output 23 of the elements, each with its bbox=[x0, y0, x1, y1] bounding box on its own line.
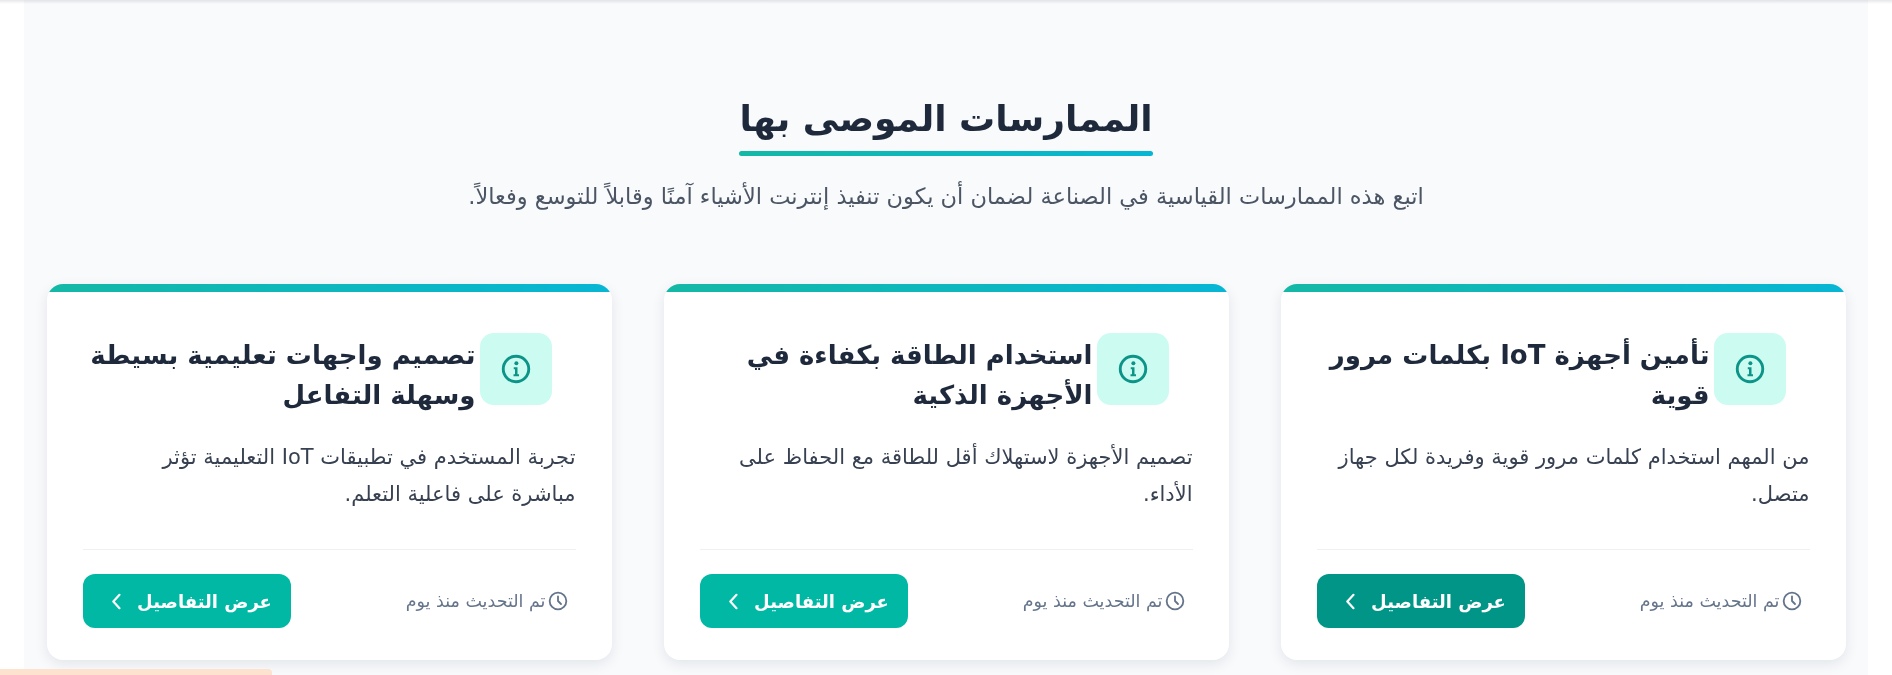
updated-time: تم التحديث منذ يوم bbox=[1639, 589, 1780, 614]
info-icon bbox=[1096, 333, 1169, 405]
card-title: تصميم واجهات تعليمية بسيطة وسهلة التفاعل bbox=[89, 339, 476, 413]
info-icon bbox=[479, 333, 552, 405]
clock-icon bbox=[1781, 591, 1802, 611]
clock-icon bbox=[1164, 591, 1185, 611]
chevron-left-icon bbox=[728, 592, 740, 610]
details-button[interactable]: عرض التفاصيل bbox=[82, 574, 291, 628]
section-title: الممارسات الموصى بها bbox=[739, 97, 1153, 142]
card-description: من المهم استخدام كلمات مرور قوية وفريدة لكل جهاز متصل. bbox=[1336, 444, 1810, 508]
updated-time: تم التحديث منذ يوم bbox=[405, 589, 546, 614]
card-description: تجربة المستخدم في تطبيقات IoT التعليمية تؤثر مباشرة على فاعلية التعلم. bbox=[160, 444, 576, 508]
clock-icon bbox=[547, 591, 568, 611]
details-button[interactable]: عرض التفاصيل bbox=[699, 574, 908, 628]
card-title: تأمين أجهزة IoT بكلمات مرور قوية bbox=[1327, 337, 1710, 413]
chevron-left-icon bbox=[111, 592, 123, 610]
info-icon bbox=[1713, 333, 1786, 405]
card-title: استخدام الطاقة بكفاءة في الأجهزة الذكية bbox=[745, 339, 1093, 413]
updated-time: تم التحديث منذ يوم bbox=[1022, 589, 1163, 614]
details-button[interactable]: عرض التفاصيل bbox=[1316, 574, 1525, 628]
card-description: تصميم الأجهزة لاستهلاك أقل للطاقة مع الحفاظ على الأداء. bbox=[738, 442, 1193, 508]
chevron-left-icon bbox=[1345, 592, 1357, 610]
section-subtitle: اتبع هذه الممارسات القياسية في الصناعة لضمان أن يكون تنفيذ إنترنت الأشياء آمنًا وقابلاً للتوسع وفعالاً. bbox=[467, 180, 1425, 212]
